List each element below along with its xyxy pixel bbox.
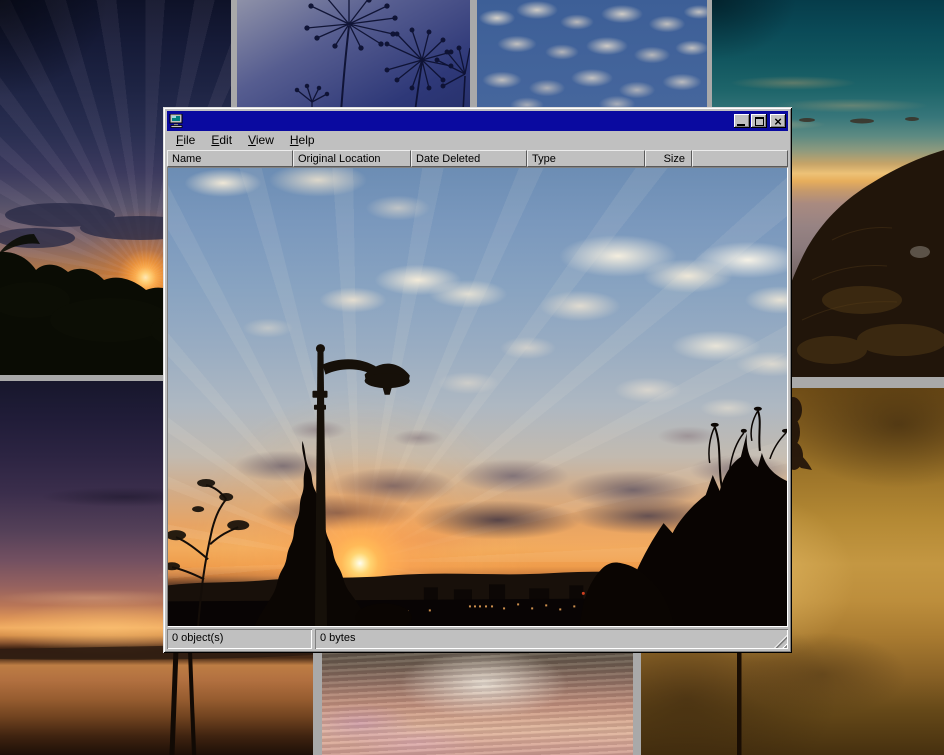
close-icon: ×: [774, 116, 782, 127]
computer-icon[interactable]: [169, 114, 185, 128]
column-header-type[interactable]: Type: [527, 150, 645, 167]
column-header-filler: [692, 150, 788, 167]
close-button[interactable]: ×: [770, 114, 786, 128]
column-header-name[interactable]: Name: [167, 150, 293, 167]
menu-item-file[interactable]: File: [168, 131, 203, 150]
status-object-count: 0 object(s): [167, 629, 312, 649]
minimize-icon: [737, 124, 745, 126]
maximize-button[interactable]: [751, 114, 767, 128]
column-header-size[interactable]: Size: [645, 150, 692, 167]
list-column-headers: Name Original Location Date Deleted Type…: [167, 150, 788, 167]
maximize-icon: [755, 117, 764, 126]
cypress-silhouette: [254, 441, 368, 627]
recycle-bin-window: × File Edit View Help Name Original Loca…: [163, 107, 792, 653]
column-header-original-location[interactable]: Original Location: [293, 150, 411, 167]
status-bar: 0 object(s) 0 bytes: [167, 627, 788, 649]
minimize-button[interactable]: [734, 114, 750, 128]
list-view-area[interactable]: [167, 167, 788, 627]
menu-item-edit[interactable]: Edit: [203, 131, 240, 150]
titlebar[interactable]: ×: [167, 111, 788, 131]
silhouettes-overlay: [168, 168, 787, 626]
column-header-date-deleted[interactable]: Date Deleted: [411, 150, 527, 167]
status-total-size: 0 bytes: [315, 629, 788, 649]
menu-item-help[interactable]: Help: [282, 131, 323, 150]
menu-item-view[interactable]: View: [240, 131, 282, 150]
menu-bar: File Edit View Help: [167, 131, 788, 150]
